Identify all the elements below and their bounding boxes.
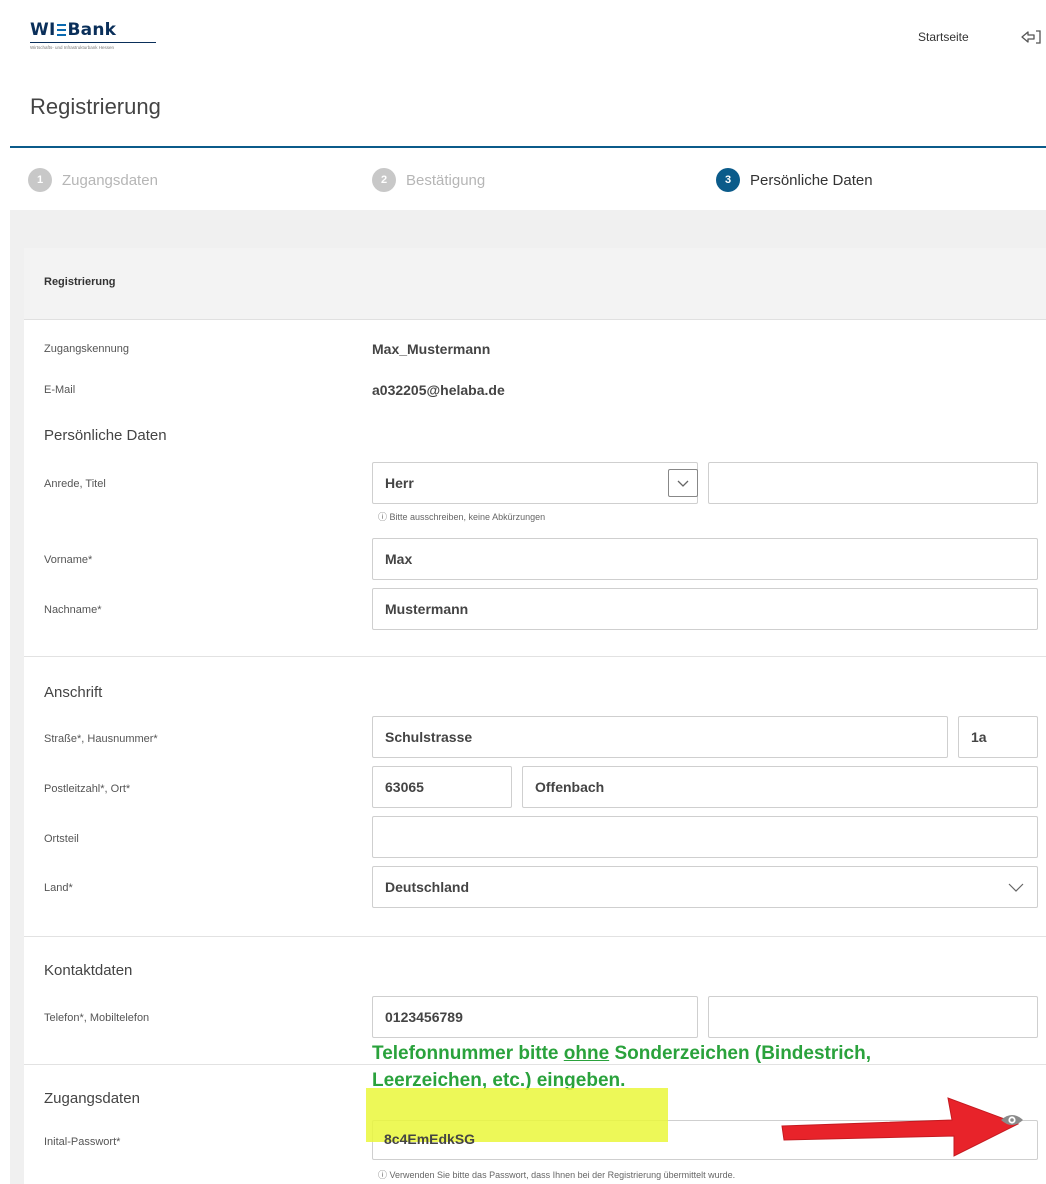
land-select[interactable]: Deutschland xyxy=(372,866,1038,908)
chevron-down-icon xyxy=(1008,883,1024,892)
red-arrow-icon xyxy=(781,1097,1020,1157)
telefon-label: Telefon*, Mobiltelefon xyxy=(44,1012,150,1024)
logo-rule xyxy=(30,42,156,43)
top-bar: WI Bank Wirtschafts- und Infrastrukturba… xyxy=(0,0,1046,80)
ortsteil-label: Ortsteil xyxy=(44,833,79,845)
postleitzahl-value: 63065 xyxy=(385,779,424,795)
card-header: Registrierung xyxy=(24,248,1046,320)
postleitzahl-input[interactable]: 63065 xyxy=(372,766,512,808)
page-title: Registrierung xyxy=(30,94,161,119)
logo-wi: WI xyxy=(30,20,56,40)
step-label: Bestätigung xyxy=(406,171,486,189)
anrede-select[interactable]: Herr xyxy=(372,462,698,504)
vorname-value: Max xyxy=(385,551,413,567)
land-select-value: Deutschland xyxy=(385,879,470,895)
plz-ort-label: Postleitzahl*, Ort* xyxy=(44,783,131,795)
step-number: 1 xyxy=(28,168,52,192)
ort-input[interactable]: Offenbach xyxy=(522,766,1038,808)
strasse-hausnummer-label: Straße*, Hausnummer* xyxy=(44,733,158,745)
eye-icon[interactable] xyxy=(1000,1112,1024,1128)
registration-stepper: 1 Zugangsdaten 2 Bestätigung 3 Persönlic… xyxy=(10,146,1046,210)
logo-wordmark: WI Bank xyxy=(30,20,156,40)
password-value: 8c4EmEdkSG xyxy=(384,1131,476,1147)
step-label: Persönliche Daten xyxy=(750,171,873,189)
anrede-hint: ⓘ Bitte ausschreiben, keine Abkürzungen xyxy=(378,512,546,522)
nachname-value: Mustermann xyxy=(385,601,469,617)
section-kontaktdaten: Kontaktdaten xyxy=(44,962,133,979)
step-bestaetigung[interactable]: 2 Bestätigung xyxy=(372,168,485,192)
step-number: 2 xyxy=(372,168,396,192)
note-text: Sonderzeichen (Bindestrich, xyxy=(609,1043,871,1064)
note-underline: ohne xyxy=(563,1043,610,1064)
strasse-input[interactable]: Schulstrasse xyxy=(372,716,948,758)
ort-value: Offenbach xyxy=(535,779,605,795)
mobiltelefon-input[interactable] xyxy=(708,996,1038,1038)
zugangskennung-value: Max_Mustermann xyxy=(372,341,491,357)
ortsteil-input[interactable] xyxy=(372,816,1038,858)
vorname-label: Vorname* xyxy=(44,554,93,566)
divider xyxy=(24,656,1046,657)
nachname-label: Nachname* xyxy=(44,604,102,616)
password-label: Inital-Passwort* xyxy=(44,1136,121,1148)
email-label: E-Mail xyxy=(44,384,76,396)
section-zugangsdaten: Zugangsdaten xyxy=(44,1090,140,1107)
logo-subtitle: Wirtschafts- und Infrastrukturbank Hesse… xyxy=(30,45,115,50)
hausnummer-input[interactable]: 1a xyxy=(958,716,1038,758)
step-persoenliche-daten[interactable]: 3 Persönliche Daten xyxy=(716,168,873,192)
strasse-value: Schulstrasse xyxy=(385,729,473,745)
logo-bank: Bank xyxy=(67,20,117,40)
wibank-logo[interactable]: WI Bank Wirtschafts- und Infrastrukturba… xyxy=(30,20,156,50)
divider xyxy=(24,936,1046,937)
startseite-link[interactable]: Startseite xyxy=(918,30,969,44)
anrede-dropdown-button[interactable] xyxy=(668,469,698,497)
phone-format-note: Telefonnummer bitte ohne Sonderzeichen (… xyxy=(372,1040,1032,1094)
titel-input[interactable] xyxy=(708,462,1038,504)
step-number: 3 xyxy=(716,168,740,192)
nachname-input[interactable]: Mustermann xyxy=(372,588,1038,630)
step-zugangsdaten[interactable]: 1 Zugangsdaten xyxy=(28,168,158,192)
chevron-down-icon xyxy=(677,480,689,487)
zugangskennung-label: Zugangskennung xyxy=(44,343,130,355)
step-label: Zugangsdaten xyxy=(62,171,158,189)
logout-icon[interactable] xyxy=(1020,28,1042,46)
section-anschrift: Anschrift xyxy=(44,684,103,701)
password-hint: ⓘ Verwenden Sie bitte das Passwort, dass… xyxy=(378,1170,736,1180)
hausnummer-value: 1a xyxy=(971,729,987,745)
email-value: a032205@helaba.de xyxy=(372,382,505,398)
card-header-title: Registrierung xyxy=(44,276,116,288)
logo-bars-icon xyxy=(57,24,67,36)
telefon-value: 0123456789 xyxy=(385,1009,463,1025)
vorname-input[interactable]: Max xyxy=(372,538,1038,580)
anrede-select-value: Herr xyxy=(385,475,414,491)
section-persoenliche-daten: Persönliche Daten xyxy=(44,427,167,444)
note-text: Telefonnummer bitte xyxy=(372,1043,564,1064)
telefon-input[interactable]: 0123456789 xyxy=(372,996,698,1038)
anrede-titel-label: Anrede, Titel xyxy=(44,478,106,490)
land-label: Land* xyxy=(44,882,73,894)
